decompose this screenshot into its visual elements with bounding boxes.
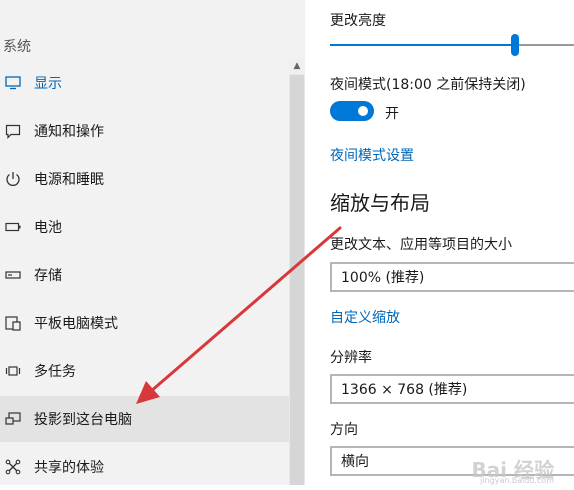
night-mode-toggle-state: 开 bbox=[385, 106, 399, 122]
nav-item-shared-experiences[interactable]: 共享的体验 bbox=[0, 444, 290, 490]
scale-layout-heading: 缩放与布局 bbox=[330, 191, 430, 215]
orientation-value: 横向 bbox=[341, 454, 369, 470]
nav-item-project-to-pc[interactable]: 投影到这台电脑 bbox=[0, 396, 290, 442]
brightness-label: 更改亮度 bbox=[330, 13, 386, 29]
nav-item-tablet-mode[interactable]: 平板电脑模式 bbox=[0, 300, 290, 346]
display-settings-content: 更改亮度 夜间模式(18:00 之前保持关闭) 开 夜间模式设置 缩放与布局 更… bbox=[305, 0, 574, 485]
night-mode-toggle[interactable] bbox=[330, 101, 374, 121]
battery-icon bbox=[2, 216, 24, 238]
power-icon bbox=[2, 168, 24, 190]
monitor-icon bbox=[2, 72, 24, 94]
nav-item-power-sleep[interactable]: 电源和睡眠 bbox=[0, 156, 290, 202]
text-size-value: 100% (推荐) bbox=[341, 270, 425, 286]
nav-item-label: 投影到这台电脑 bbox=[34, 412, 132, 428]
night-mode-settings-link[interactable]: 夜间模式设置 bbox=[330, 145, 414, 165]
nav-item-notifications[interactable]: 通知和操作 bbox=[0, 108, 290, 154]
orientation-label: 方向 bbox=[330, 422, 358, 438]
nav-item-label: 存储 bbox=[34, 268, 62, 284]
resolution-dropdown[interactable]: 1366 × 768 (推荐) bbox=[330, 374, 574, 404]
shared-experience-icon bbox=[2, 456, 24, 478]
storage-icon bbox=[2, 264, 24, 286]
baidu-watermark-logo: Bai 经验 jingyan.baidu.com bbox=[471, 454, 554, 485]
notification-icon bbox=[2, 120, 24, 142]
nav-item-display[interactable]: 显示 bbox=[0, 60, 290, 106]
nav-item-label: 显示 bbox=[34, 76, 62, 92]
nav-item-label: 通知和操作 bbox=[34, 124, 104, 140]
tablet-mode-icon bbox=[2, 312, 24, 334]
resolution-label: 分辨率 bbox=[330, 350, 372, 366]
settings-nav-pane: 系统 显示 通知和操作 电源和睡眠 电池 存储 平板电脑模式 多任务 投影到这台… bbox=[0, 0, 305, 485]
nav-item-label: 多任务 bbox=[34, 364, 76, 380]
brightness-slider-fill bbox=[330, 44, 516, 46]
nav-item-label: 平板电脑模式 bbox=[34, 316, 118, 332]
scroll-thumb[interactable] bbox=[290, 75, 304, 485]
toggle-knob bbox=[358, 106, 368, 116]
text-size-label: 更改文本、应用等项目的大小 bbox=[330, 237, 512, 253]
nav-item-label: 电池 bbox=[34, 220, 62, 236]
brightness-slider[interactable] bbox=[330, 34, 574, 56]
watermark-subtext: jingyan.baidu.com bbox=[480, 476, 554, 485]
nav-item-storage[interactable]: 存储 bbox=[0, 252, 290, 298]
nav-item-battery[interactable]: 电池 bbox=[0, 204, 290, 250]
nav-scrollbar[interactable]: ▲ bbox=[289, 58, 305, 485]
nav-item-label: 电源和睡眠 bbox=[34, 172, 104, 188]
resolution-value: 1366 × 768 (推荐) bbox=[341, 382, 468, 398]
custom-scaling-link[interactable]: 自定义缩放 bbox=[330, 307, 400, 327]
text-size-dropdown[interactable]: 100% (推荐) bbox=[330, 262, 574, 292]
night-mode-label: 夜间模式(18:00 之前保持关闭) bbox=[330, 77, 526, 93]
multitask-icon bbox=[2, 360, 24, 382]
nav-item-label: 共享的体验 bbox=[34, 460, 104, 476]
nav-section-header: 系统 bbox=[3, 39, 31, 55]
nav-item-multitasking[interactable]: 多任务 bbox=[0, 348, 290, 394]
scroll-up-arrow-icon[interactable]: ▲ bbox=[289, 58, 305, 74]
project-icon bbox=[2, 408, 24, 430]
brightness-slider-thumb[interactable] bbox=[511, 34, 520, 56]
